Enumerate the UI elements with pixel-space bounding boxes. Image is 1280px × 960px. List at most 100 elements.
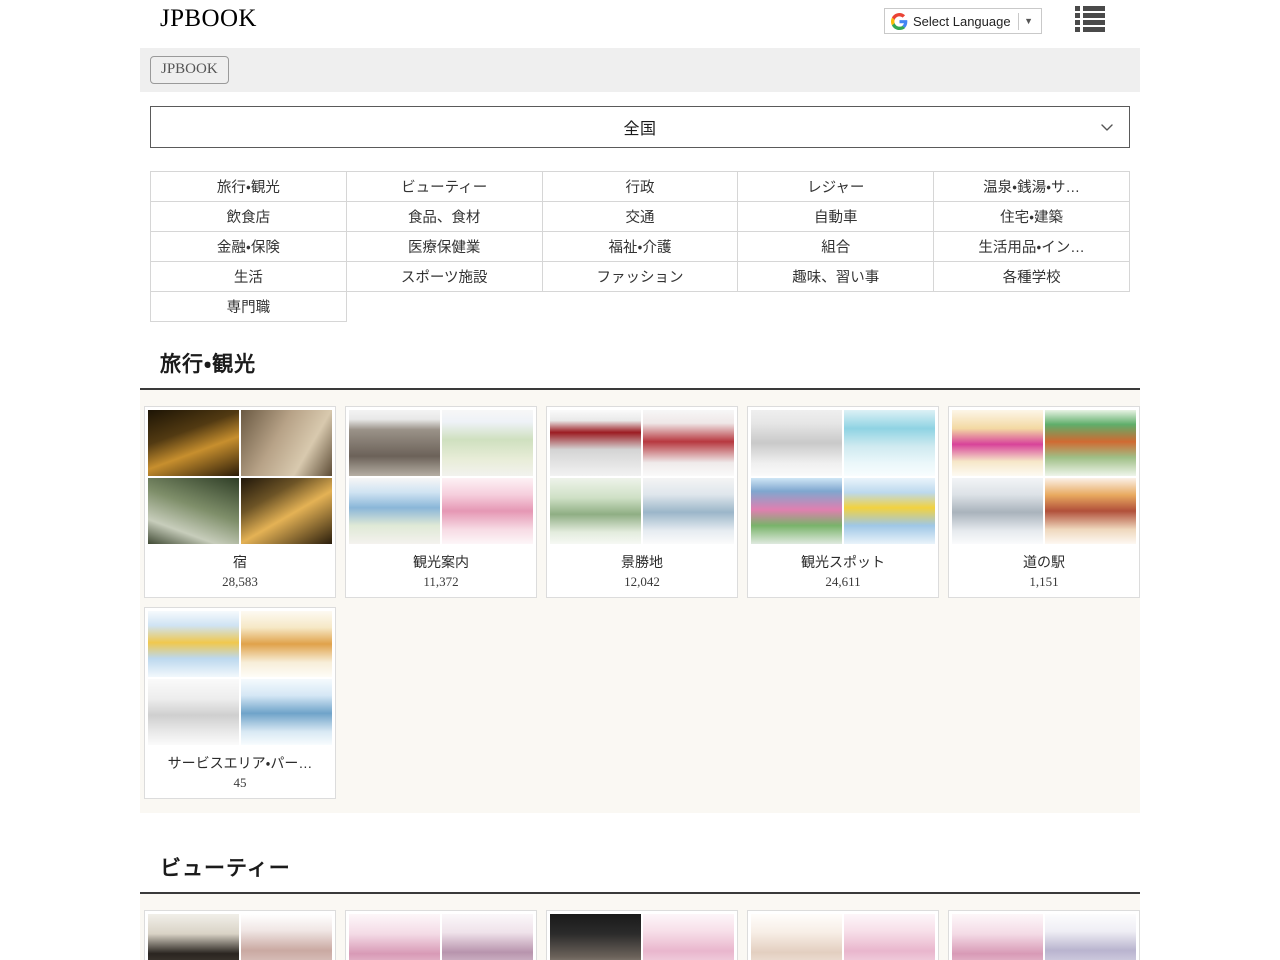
- card-count: 12,042: [547, 572, 737, 597]
- menu-row: [1075, 13, 1105, 18]
- breadcrumb-item-jpbook[interactable]: JPBOOK: [150, 56, 229, 84]
- category-cell[interactable]: 温泉・銭湯・サ…: [934, 172, 1130, 202]
- card-thumbnail: [949, 911, 1139, 960]
- category-card[interactable]: 観光案内11,372: [345, 406, 537, 598]
- category-card[interactable]: [948, 910, 1140, 960]
- menu-bar: [1083, 6, 1105, 11]
- category-cell[interactable]: 医療保健業: [346, 232, 542, 262]
- thumbnail-tile: [1045, 914, 1136, 960]
- category-cell[interactable]: ビューティー: [346, 172, 542, 202]
- card-thumbnail: [748, 911, 938, 960]
- category-cell[interactable]: 旅行・観光: [151, 172, 347, 202]
- category-cell[interactable]: ファッション: [542, 262, 738, 292]
- category-card[interactable]: 観光スポット24,611: [747, 406, 939, 598]
- category-row: 旅行・観光ビューティー行政レジャー温泉・銭湯・サ…: [151, 172, 1130, 202]
- category-card[interactable]: [747, 910, 939, 960]
- category-card[interactable]: [345, 910, 537, 960]
- category-card[interactable]: [546, 910, 738, 960]
- category-cell[interactable]: 行政: [542, 172, 738, 202]
- thumbnail-tile: [952, 914, 1043, 960]
- category-card[interactable]: [144, 910, 336, 960]
- thumbnail-tile: [349, 410, 440, 476]
- thumbnail-tile: [241, 478, 332, 544]
- thumbnail-tile: [349, 914, 440, 960]
- category-cell[interactable]: 生活: [151, 262, 347, 292]
- category-cell[interactable]: 自動車: [738, 202, 934, 232]
- thumbnail-tile: [751, 410, 842, 476]
- category-row: 専門職: [151, 292, 1130, 322]
- thumbnail-tile: [952, 410, 1043, 476]
- thumbnail-tile: [643, 478, 734, 544]
- thumbnail-tile: [148, 914, 239, 960]
- thumbnail-tile: [550, 914, 641, 960]
- category-card[interactable]: 宿28,583: [144, 406, 336, 598]
- menu-row: [1075, 6, 1105, 11]
- category-card[interactable]: 景勝地12,042: [546, 406, 738, 598]
- menu-row: [1075, 27, 1105, 32]
- category-cell[interactable]: 各種学校: [934, 262, 1130, 292]
- card-label: 宿: [145, 547, 335, 572]
- menu-bar: [1083, 20, 1105, 25]
- category-cell[interactable]: 食品、食材: [346, 202, 542, 232]
- site-header: JPBOOK Select Language ▼: [0, 0, 1280, 45]
- category-card[interactable]: サービスエリア・パー…45: [144, 607, 336, 799]
- category-cell[interactable]: 組合: [738, 232, 934, 262]
- section-title: ビューティー: [160, 852, 1280, 892]
- section-travel: 旅行・観光 宿28,583観光案内11,372景勝地12,042観光スポット24…: [0, 348, 1280, 813]
- section-beauty: ビューティー: [0, 852, 1280, 960]
- thumbnail-tile: [148, 611, 239, 677]
- thumbnail-tile: [643, 410, 734, 476]
- region-select[interactable]: 全国: [150, 106, 1130, 148]
- card-count: 28,583: [145, 572, 335, 597]
- menu-row: [1075, 20, 1105, 25]
- card-thumbnail: [346, 911, 536, 960]
- site-logo[interactable]: JPBOOK: [160, 6, 257, 31]
- category-card[interactable]: 道の駅1,151: [948, 406, 1140, 598]
- card-label: 道の駅: [949, 547, 1139, 572]
- thumbnail-tile: [442, 478, 533, 544]
- card-thumbnail: [346, 407, 536, 547]
- card-label: 景勝地: [547, 547, 737, 572]
- thumbnail-tile: [241, 410, 332, 476]
- category-cell[interactable]: 趣味、習い事: [738, 262, 934, 292]
- thumbnail-tile: [1045, 410, 1136, 476]
- chevron-down-icon: [1099, 119, 1115, 135]
- list-menu-icon[interactable]: [1075, 6, 1105, 32]
- thumbnail-tile: [751, 914, 842, 960]
- category-cell[interactable]: 交通: [542, 202, 738, 232]
- card-count: 1,151: [949, 572, 1139, 597]
- translate-caret-icon[interactable]: ▼: [1019, 17, 1039, 26]
- card-thumbnail: [145, 407, 335, 547]
- menu-bullet: [1075, 13, 1080, 18]
- category-cell-empty: [738, 292, 934, 322]
- category-cell[interactable]: 専門職: [151, 292, 347, 322]
- card-count: 45: [145, 773, 335, 798]
- category-cell[interactable]: 福祉・介護: [542, 232, 738, 262]
- category-cell[interactable]: 住宅・建築: [934, 202, 1130, 232]
- category-cell[interactable]: スポーツ施設: [346, 262, 542, 292]
- category-cell-empty: [934, 292, 1130, 322]
- category-cell[interactable]: 飲食店: [151, 202, 347, 232]
- thumbnail-tile: [148, 410, 239, 476]
- card-thumbnail: [748, 407, 938, 547]
- category-cell-empty: [542, 292, 738, 322]
- google-translate-widget[interactable]: Select Language ▼: [884, 8, 1042, 34]
- thumbnail-tile: [148, 679, 239, 745]
- category-cell[interactable]: 生活用品・イン…: [934, 232, 1130, 262]
- category-table: 旅行・観光ビューティー行政レジャー温泉・銭湯・サ…飲食店食品、食材交通自動車住宅…: [150, 171, 1130, 322]
- card-grid-travel: 宿28,583観光案内11,372景勝地12,042観光スポット24,611道の…: [140, 390, 1140, 813]
- thumbnail-tile: [241, 679, 332, 745]
- category-cell[interactable]: レジャー: [738, 172, 934, 202]
- menu-bullet: [1075, 20, 1080, 25]
- card-label: サービスエリア・パー…: [145, 748, 335, 773]
- menu-bullet: [1075, 27, 1080, 32]
- category-cell[interactable]: 金融・保険: [151, 232, 347, 262]
- card-label: 観光スポット: [748, 547, 938, 572]
- thumbnail-tile: [844, 410, 935, 476]
- category-row: 生活スポーツ施設ファッション趣味、習い事各種学校: [151, 262, 1130, 292]
- thumbnail-tile: [550, 410, 641, 476]
- card-label: 観光案内: [346, 547, 536, 572]
- card-count: 24,611: [748, 572, 938, 597]
- google-g-icon: [891, 13, 908, 30]
- menu-bullet: [1075, 6, 1080, 11]
